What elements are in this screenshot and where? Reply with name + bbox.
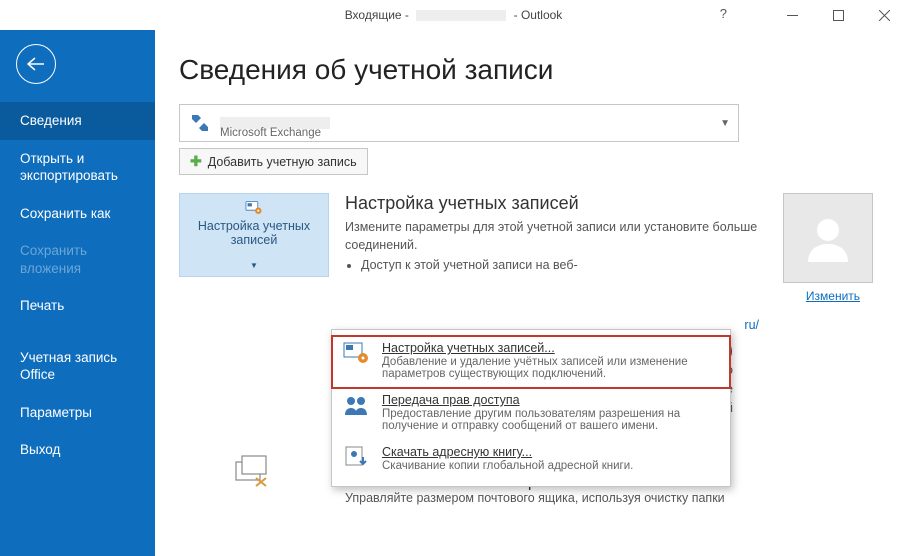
menu-account-settings-title: Настройка учетных записей... — [382, 341, 718, 355]
chevron-down-icon: ▼ — [720, 118, 730, 129]
settings-desc: Измените параметры для этой учетной запи… — [345, 218, 759, 254]
menu-delegate-desc: Предоставление другим пользователям разр… — [382, 408, 718, 432]
settings-bullet: Доступ к этой учетной записи на веб- — [361, 258, 759, 272]
menu-delegate-title: Передача прав доступа — [382, 393, 718, 407]
card-gear-small-icon — [343, 341, 371, 365]
change-photo-link[interactable]: Изменить — [806, 289, 860, 303]
account-settings-dropdown: Настройка учетных записей... Добавление … — [331, 329, 731, 487]
nav-save-attachments-label: Сохранить вложения — [20, 243, 87, 276]
person-icon — [802, 212, 854, 264]
nav-print[interactable]: Печать — [0, 287, 155, 325]
minimize-button[interactable] — [769, 0, 815, 30]
nav-open-export[interactable]: Открыть и экспортировать — [0, 140, 155, 195]
close-button[interactable] — [861, 0, 907, 30]
nav-info[interactable]: Сведения — [0, 102, 155, 140]
nav-save-as-label: Сохранить как — [20, 206, 110, 221]
nav-exit-label: Выход — [20, 442, 60, 457]
nav-office-account[interactable]: Учетная запись Office — [0, 339, 155, 394]
page-heading: Сведения об учетной записи — [179, 54, 883, 86]
account-selector[interactable]: Microsoft Exchange ▼ — [179, 104, 739, 142]
title-suffix: - Outlook — [514, 8, 563, 22]
back-button[interactable] — [16, 44, 56, 84]
mailbox-cleanup-icon — [234, 454, 274, 488]
account-type: Microsoft Exchange — [220, 127, 321, 139]
account-settings-button[interactable]: Настройка учетных записей ▼ — [179, 193, 329, 277]
nav-print-label: Печать — [20, 298, 64, 313]
settings-title: Настройка учетных записей — [345, 193, 759, 214]
content-pane: Сведения об учетной записи Microsoft Exc… — [155, 30, 907, 556]
exchange-icon — [188, 111, 212, 135]
nav-save-attachments: Сохранить вложения — [0, 232, 155, 287]
nav-info-label: Сведения — [20, 113, 82, 128]
nav-open-export-label: Открыть и экспортировать — [20, 151, 118, 184]
nav-options[interactable]: Параметры — [0, 394, 155, 432]
title-prefix: Входящие - — [345, 8, 409, 22]
backstage-sidebar: Сведения Открыть и экспортировать Сохран… — [0, 30, 155, 556]
help-button[interactable]: ? — [720, 6, 727, 21]
profile-photo — [783, 193, 873, 283]
title-account-redacted — [416, 10, 506, 21]
account-settings-label: Настройка учетных записей — [186, 219, 322, 247]
cleanup-desc: Управляйте размером почтового ящика, исп… — [345, 491, 725, 505]
maximize-button[interactable] — [815, 0, 861, 30]
nav-options-label: Параметры — [20, 405, 92, 420]
book-download-icon — [343, 445, 371, 469]
add-account-button[interactable]: ✚ Добавить учетную запись — [179, 148, 368, 175]
menu-account-settings-desc: Добавление и удаление учётных записей ил… — [382, 356, 718, 380]
nav-exit[interactable]: Выход — [0, 431, 155, 469]
add-account-label: Добавить учетную запись — [208, 155, 357, 169]
plus-icon: ✚ — [190, 153, 202, 170]
url-fragment: ru/ — [744, 318, 759, 332]
menu-account-settings[interactable]: Настройка учетных записей... Добавление … — [332, 336, 730, 388]
people-icon — [343, 393, 371, 417]
nav-office-account-label: Учетная запись Office — [20, 350, 117, 383]
menu-download-desc: Скачивание копии глобальной адресной кни… — [382, 460, 633, 472]
dropdown-caret-icon: ▼ — [250, 261, 258, 270]
nav-save-as[interactable]: Сохранить как — [0, 195, 155, 233]
card-gear-icon — [238, 200, 270, 215]
menu-download-addressbook[interactable]: Скачать адресную книгу... Скачивание коп… — [332, 440, 730, 480]
menu-download-title: Скачать адресную книгу... — [382, 445, 633, 459]
title-bar: Входящие - - Outlook ? — [0, 0, 907, 30]
window-controls — [769, 0, 907, 30]
menu-delegate-access[interactable]: Передача прав доступа Предоставление дру… — [332, 388, 730, 440]
